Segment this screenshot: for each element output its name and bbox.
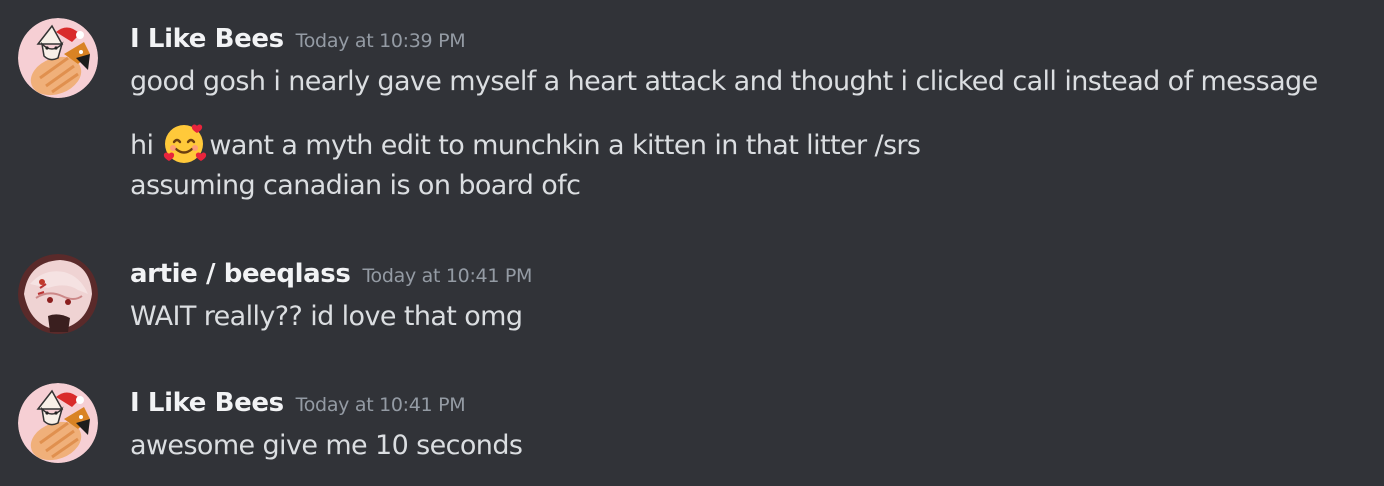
fox-avatar[interactable] [18, 383, 98, 463]
message-text: good gosh i nearly gave myself a heart a… [130, 66, 1318, 97]
message-header: artie / beeqlass Today at 10:41 PM [130, 261, 532, 287]
message-text: awesome give me 10 seconds [130, 430, 523, 461]
username[interactable]: artie / beeqlass [130, 259, 351, 289]
message-text: assuming canadian is on board ofc [130, 170, 581, 201]
message-text-prefix: hi [130, 130, 154, 161]
fox-avatar[interactable] [18, 18, 98, 98]
timestamp: Today at 10:41 PM [295, 394, 466, 416]
username[interactable]: I Like Bees [130, 24, 284, 54]
message-text: WAIT really?? id love that omg [130, 301, 523, 332]
message-header: I Like Bees Today at 10:39 PM [130, 24, 466, 54]
message-text-rest: want a myth edit to munchkin a kitten in… [209, 130, 921, 161]
message-text: hi want a myth edit to munchkin a kitten… [130, 120, 921, 166]
message-header: I Like Bees Today at 10:41 PM [130, 388, 466, 418]
username[interactable]: I Like Bees [130, 388, 284, 418]
timestamp: Today at 10:39 PM [295, 30, 466, 52]
smiling-face-with-hearts-icon[interactable] [161, 120, 207, 166]
anime-character-avatar[interactable] [18, 254, 98, 334]
timestamp: Today at 10:41 PM [362, 265, 533, 287]
